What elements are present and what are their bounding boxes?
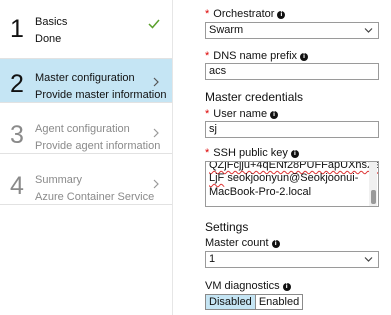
chevron-down-icon — [364, 257, 373, 262]
step-master-configuration[interactable]: 2 Master configuration Provide master in… — [0, 59, 172, 103]
step-title: Master configuration — [35, 72, 135, 84]
info-icon[interactable]: i — [271, 240, 280, 248]
settings-heading: Settings — [205, 220, 249, 234]
wizard-steps: 1 Basics Done 2 Master configuration Pro… — [0, 0, 173, 315]
toggle-option-enabled[interactable]: Enabled — [256, 295, 302, 309]
step-subtitle: Azure Container Service — [35, 191, 155, 203]
master-count-select[interactable]: 1 — [205, 251, 379, 268]
user-name-input[interactable]: sj — [205, 121, 379, 138]
scrollbar-thumb[interactable] — [371, 190, 376, 204]
user-name-label-text: User name — [213, 108, 268, 120]
step-agent-configuration[interactable]: 3 Agent configuration Provide agent info… — [0, 110, 172, 154]
ssh-key-fragment: seokjoonyun@Seokjoonui- — [224, 172, 359, 184]
required-marker: * — [205, 8, 210, 20]
orchestrator-label-text: Orchestrator — [213, 8, 275, 20]
ssh-key-fragment: LjF — [209, 172, 225, 184]
step-subtitle: Done — [35, 33, 62, 45]
vm-diagnostics-label: VM diagnostics i — [205, 280, 291, 293]
ssh-key-line: LjF seokjoonyun@Seokjoonui- — [209, 172, 358, 185]
info-icon[interactable]: i — [290, 150, 299, 158]
ssh-key-label: * SSH public key i — [205, 147, 299, 160]
chevron-right-icon — [153, 77, 159, 87]
master-credentials-heading: Master credentials — [205, 90, 304, 104]
step-subtitle: Provide master information — [35, 89, 167, 101]
ssh-key-label-text: SSH public key — [213, 147, 288, 159]
master-count-label-text: Master count — [205, 237, 269, 249]
chevron-down-icon — [364, 28, 373, 33]
ssh-key-line: MacBook-Pro-2.local — [209, 186, 312, 198]
dns-prefix-label-text: DNS name prefix — [213, 50, 298, 62]
required-marker: * — [205, 108, 210, 120]
checkmark-icon — [148, 19, 160, 29]
orchestrator-label: * Orchestrator i — [205, 8, 286, 21]
info-icon[interactable]: i — [300, 53, 309, 61]
step-basics[interactable]: 1 Basics Done — [0, 0, 172, 59]
step-title: Agent configuration — [35, 123, 130, 135]
master-count-value: 1 — [209, 253, 216, 265]
dns-prefix-input[interactable]: acs — [205, 63, 379, 80]
chevron-right-icon — [153, 179, 159, 189]
info-icon[interactable]: i — [282, 283, 291, 291]
step-summary[interactable]: 4 Summary Azure Container Service — [0, 161, 172, 205]
dns-prefix-value: acs — [209, 65, 227, 77]
step-number: 4 — [10, 172, 24, 200]
vm-diagnostics-toggle[interactable]: Disabled Enabled — [205, 294, 304, 310]
required-marker: * — [205, 147, 210, 159]
orchestrator-value: Swarm — [209, 24, 244, 36]
master-count-label: Master count i — [205, 237, 280, 250]
info-icon[interactable]: i — [277, 11, 286, 19]
chevron-right-icon — [153, 128, 159, 138]
info-icon[interactable]: i — [270, 111, 279, 119]
toggle-option-disabled[interactable]: Disabled — [206, 295, 256, 309]
step-title: Summary — [35, 174, 83, 186]
user-name-label: * User name i — [205, 108, 279, 121]
dns-prefix-label: * DNS name prefix i — [205, 50, 309, 63]
vm-diagnostics-label-text: VM diagnostics — [205, 280, 280, 292]
required-marker: * — [205, 50, 210, 62]
ssh-key-textarea[interactable]: QZjFcjju+4qENf28PUFFapUXhsXe LjF seokjoo… — [205, 161, 379, 207]
orchestrator-select[interactable]: Swarm — [205, 22, 379, 39]
step-number: 2 — [10, 70, 24, 98]
step-title: Basics — [35, 16, 68, 28]
step-number: 1 — [10, 15, 24, 43]
ssh-key-line: QZjFcjju+4qENf28PUFFapUXhsXe — [209, 161, 379, 171]
user-name-value: sj — [209, 123, 217, 135]
step-number: 3 — [10, 121, 24, 149]
step-subtitle: Provide agent information — [35, 140, 161, 152]
